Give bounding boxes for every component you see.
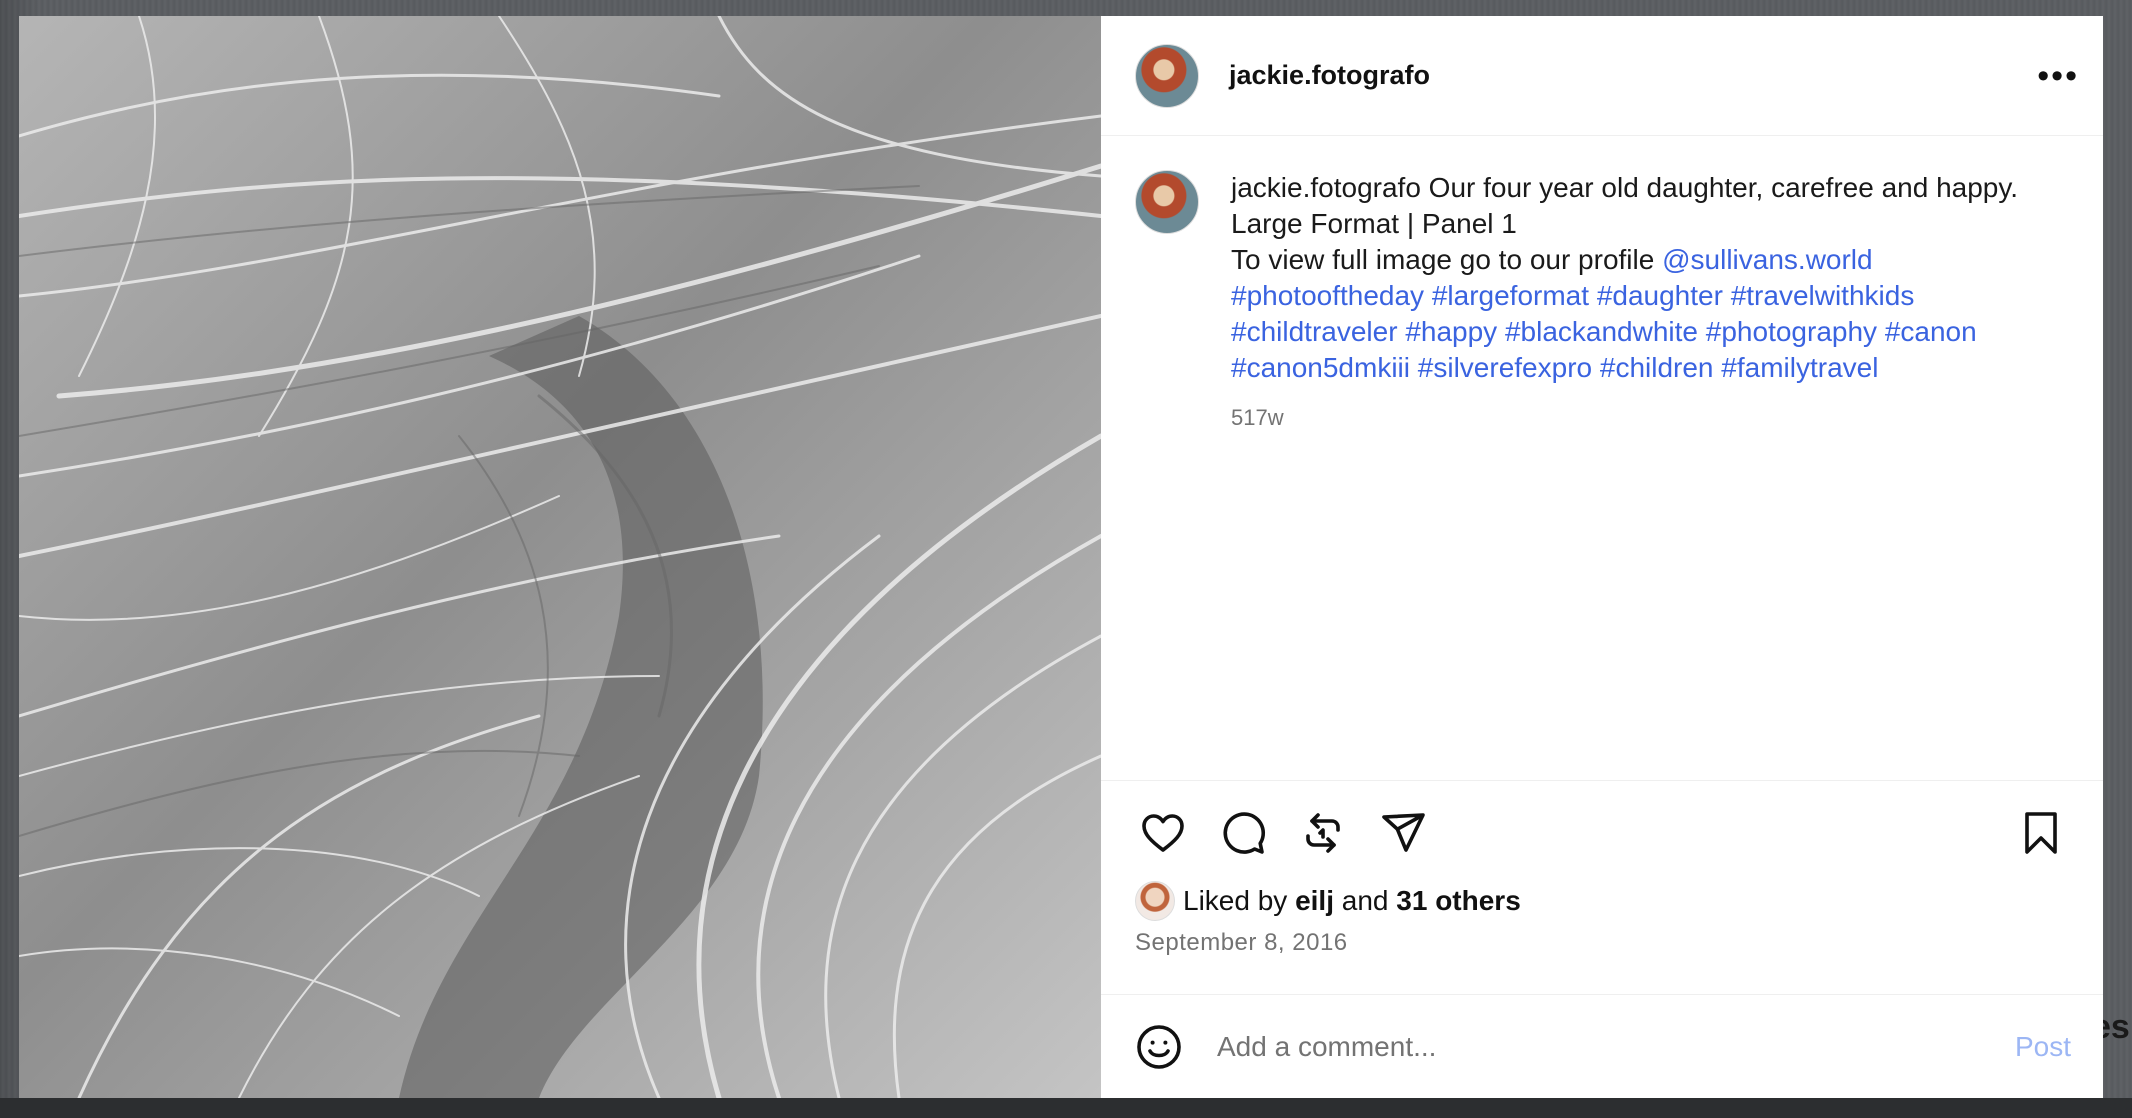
hashtag-link[interactable]: #childtraveler [1231, 316, 1398, 347]
caption-time-ago[interactable]: 517w [1231, 400, 2061, 436]
caption-line-1: Our four year old daughter, carefree and… [1420, 172, 2019, 203]
hashtag-link[interactable]: #silverefexpro [1418, 352, 1592, 383]
hashtag-link[interactable]: #canon [1885, 316, 1977, 347]
likes-middle: and [1341, 885, 1389, 916]
likes-prefix: Liked by [1183, 885, 1288, 916]
post-date[interactable]: September 8, 2016 [1135, 929, 2069, 957]
post-photo[interactable] [19, 16, 1101, 1098]
likes-summary: Liked by eilj and 31 others [1135, 881, 2069, 921]
caption-section: jackie.fotografo Our four year old daugh… [1101, 136, 2103, 780]
caption-username[interactable]: jackie.fotografo [1231, 172, 1421, 203]
hashtag-link[interactable]: #photography [1706, 316, 1877, 347]
hashtag-link[interactable]: #happy [1405, 316, 1497, 347]
caption-author-avatar[interactable] [1135, 170, 1199, 234]
backdrop-strip [0, 1098, 2132, 1118]
hashtag-link[interactable]: #daughter [1597, 280, 1723, 311]
smiley-icon[interactable] [1135, 1023, 1183, 1071]
comment-bar: Post [1101, 994, 2103, 1098]
mention-link[interactable]: @sullivans.world [1662, 244, 1873, 275]
post-actions: Liked by eilj and 31 others September 8,… [1101, 780, 2103, 994]
caption-text: jackie.fotografo Our four year old daugh… [1231, 170, 2061, 780]
repost-icon[interactable] [1295, 805, 1351, 861]
hashtag-link[interactable]: #children [1600, 352, 1714, 383]
hashtag-link[interactable]: #travelwithkids [1731, 280, 1915, 311]
comment-input[interactable] [1215, 1029, 2015, 1064]
hashtag-link[interactable]: #largeformat [1432, 280, 1589, 311]
bookmark-icon[interactable] [2013, 805, 2069, 861]
comment-icon[interactable] [1215, 805, 1271, 861]
others-likes-link[interactable]: 31 others [1396, 885, 1521, 917]
heart-icon[interactable] [1135, 805, 1191, 861]
caption-line-2: Large Format | Panel 1 [1231, 208, 1517, 239]
hashtag-link[interactable]: #canon5dmkiii [1231, 352, 1410, 383]
first-liker-link[interactable]: eilj [1295, 885, 1334, 917]
hashtag-link[interactable]: #blackandwhite [1505, 316, 1698, 347]
post-modal: jackie.fotografo ••• jackie.fotografo Ou… [19, 16, 2103, 1098]
post-header: jackie.fotografo ••• [1101, 16, 2103, 136]
caption-line-3: To view full image go to our profile [1231, 244, 1663, 275]
author-avatar[interactable] [1135, 43, 1199, 108]
hashtag-link[interactable]: #photooftheday [1231, 280, 1424, 311]
post-comment-button[interactable]: Post [2015, 1031, 2071, 1063]
share-icon[interactable] [1375, 805, 1431, 861]
action-icons-row [1135, 805, 2069, 861]
liker-avatar[interactable] [1135, 881, 1175, 921]
post-sidebar: jackie.fotografo ••• jackie.fotografo Ou… [1101, 16, 2103, 1098]
hashtag-link[interactable]: #familytravel [1721, 352, 1878, 383]
more-options-icon[interactable]: ••• [2037, 59, 2079, 93]
author-username[interactable]: jackie.fotografo [1229, 60, 1430, 91]
hair-texture-photo [19, 16, 1101, 1098]
